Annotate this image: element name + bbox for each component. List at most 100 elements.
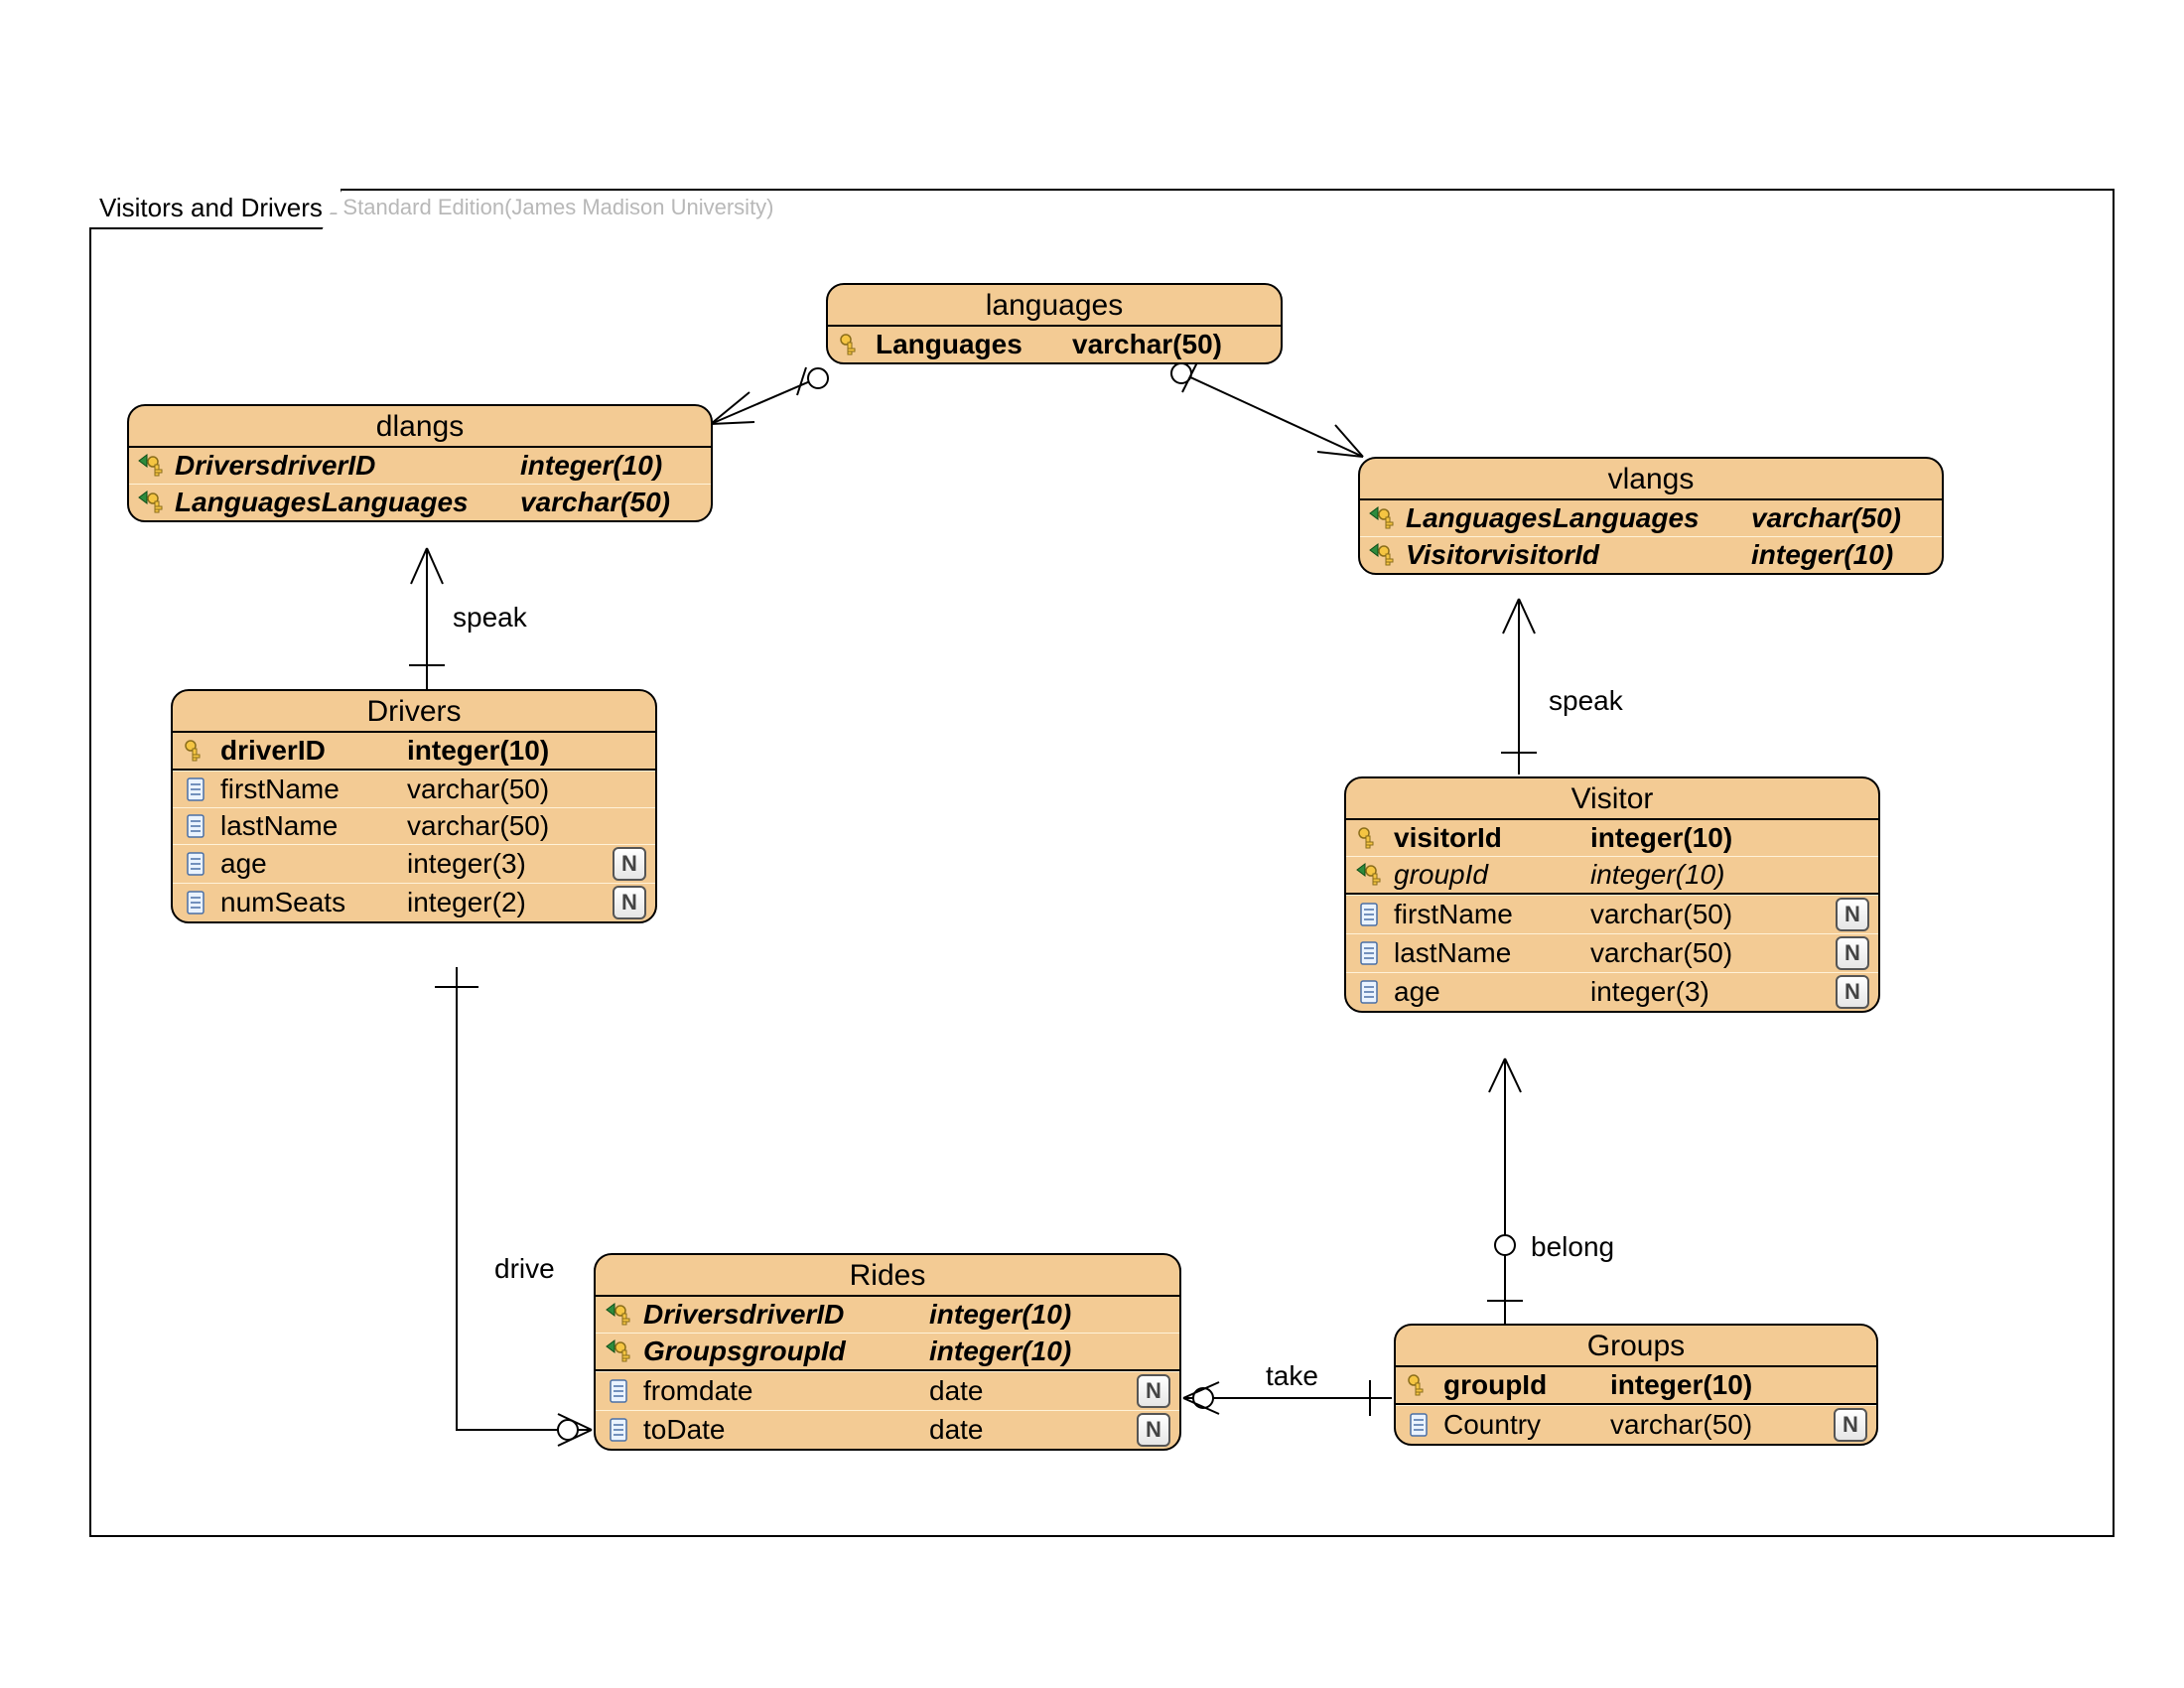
column-name: toDate <box>643 1414 901 1446</box>
entity-row: fromdatedateN <box>596 1371 1179 1410</box>
entity-row: DriversdriverID integer(10) <box>596 1297 1179 1333</box>
entity-row: firstNamevarchar(50)N <box>1346 895 1878 933</box>
entity-vlangs[interactable]: vlangs LanguagesLanguages varchar(50)Visi… <box>1358 457 1944 575</box>
column-type: date <box>929 1375 984 1407</box>
entity-title: Drivers <box>173 691 655 733</box>
entity-row: groupId integer(10) <box>1346 856 1878 893</box>
column-icon <box>1358 940 1380 966</box>
nullable-badge: N <box>1834 1408 1867 1442</box>
column-name: age <box>220 848 379 880</box>
column-type: varchar(50) <box>1072 329 1222 360</box>
column-type: varchar(50) <box>1610 1409 1752 1441</box>
entity-rides[interactable]: Rides DriversdriverIDinteger(10)Groupsgr… <box>594 1253 1181 1451</box>
entity-row: Languages varchar(50) <box>828 327 1281 362</box>
entity-rows: groupId integer(10) Country varchar(50) N <box>1396 1367 1876 1444</box>
column-type: integer(10) <box>1590 859 1724 891</box>
column-name: numSeats <box>220 887 379 918</box>
rel-label-speak-dlangs: speak <box>453 602 527 633</box>
column-icon <box>185 776 206 802</box>
column-type: integer(10) <box>1751 539 1893 571</box>
entity-visitor[interactable]: Visitor visitorIdinteger(10)groupIdinteg… <box>1344 776 1880 1013</box>
entity-rows: driverIDinteger(10)firstNamevarchar(50)l… <box>173 733 655 921</box>
column-type: integer(10) <box>929 1299 1071 1331</box>
nullable-badge: N <box>1137 1374 1170 1408</box>
rel-label-drive: drive <box>494 1253 555 1285</box>
column-name: firstName <box>220 774 379 805</box>
entity-title: vlangs <box>1360 459 1942 500</box>
column-name: DriversdriverID <box>643 1299 901 1331</box>
column-type: integer(2) <box>407 887 526 918</box>
fk-icon <box>1355 862 1383 888</box>
entity-rows: DriversdriverID integer(10)GroupsgroupIdi… <box>596 1297 1179 1449</box>
column-name: lastName <box>220 810 379 842</box>
entity-groups[interactable]: Groups groupId integer(10) Country varchar(… <box>1394 1324 1878 1446</box>
fk-icon <box>137 490 165 515</box>
entity-row: VisitorvisitorIdinteger(10) <box>1360 536 1942 573</box>
entity-title: dlangs <box>129 406 711 448</box>
column-icon <box>608 1417 629 1443</box>
rel-label-take: take <box>1266 1360 1318 1392</box>
entity-rows: Languages varchar(50) <box>828 327 1281 362</box>
nullable-badge: N <box>1137 1413 1170 1447</box>
nullable-badge: N <box>613 847 646 881</box>
column-type: varchar(50) <box>520 487 670 518</box>
nullable-badge: N <box>613 886 646 919</box>
column-type: varchar(50) <box>1590 937 1732 969</box>
entity-title: Groups <box>1396 1326 1876 1367</box>
entity-drivers[interactable]: Drivers driverIDinteger(10)firstNamevarc… <box>171 689 657 923</box>
entity-rows: DriversdriverIDinteger(10)LanguagesLangu… <box>129 448 711 520</box>
entity-row: LanguagesLanguages varchar(50) <box>1360 500 1942 536</box>
fk-icon <box>1368 542 1396 568</box>
column-icon <box>185 890 206 915</box>
entity-title: Rides <box>596 1255 1179 1297</box>
column-name: groupId <box>1394 859 1563 891</box>
frame-title-tab: Visitors and Drivers <box>89 189 342 229</box>
entity-row: GroupsgroupIdinteger(10) <box>596 1333 1179 1369</box>
column-name: visitorId <box>1394 822 1563 854</box>
entity-row: numSeats integer(2) N <box>173 883 655 921</box>
frame-title: Visitors and Drivers <box>99 193 323 222</box>
column-name: driverID <box>220 735 379 767</box>
entity-languages[interactable]: languages Languages varchar(50) <box>826 283 1283 364</box>
column-type: date <box>929 1414 984 1446</box>
nullable-badge: N <box>1836 898 1869 931</box>
fk-icon <box>1368 505 1396 531</box>
column-icon <box>1358 902 1380 927</box>
column-name: LanguagesLanguages <box>1406 502 1723 534</box>
fk-icon <box>605 1302 632 1328</box>
column-name: LanguagesLanguages <box>175 487 492 518</box>
fk-icon <box>605 1338 632 1364</box>
column-type: varchar(50) <box>1751 502 1901 534</box>
column-type: integer(10) <box>1610 1369 1752 1401</box>
entity-row: lastNamevarchar(50)N <box>1346 933 1878 972</box>
column-icon <box>1408 1412 1430 1438</box>
entity-row: toDate date N <box>596 1410 1179 1449</box>
entity-dlangs[interactable]: dlangs DriversdriverIDinteger(10)Languag… <box>127 404 713 522</box>
entity-row: visitorId integer(10) <box>1346 820 1878 856</box>
column-icon <box>608 1378 629 1404</box>
column-icon <box>185 813 206 839</box>
column-name: GroupsgroupId <box>643 1336 901 1367</box>
column-name: Country <box>1443 1409 1582 1441</box>
entity-row: driverID integer(10) <box>173 733 655 769</box>
entity-rows: visitorId integer(10) groupId integer(10) fi… <box>1346 820 1878 1011</box>
entity-title: languages <box>828 285 1281 327</box>
column-type: integer(10) <box>407 735 549 767</box>
fk-icon <box>137 453 165 479</box>
pk-icon <box>1406 1372 1432 1398</box>
column-icon <box>185 851 206 877</box>
column-name: groupId <box>1443 1369 1582 1401</box>
entity-row: DriversdriverIDinteger(10) <box>129 448 711 484</box>
entity-row: lastName varchar(50) <box>173 807 655 844</box>
column-name: age <box>1394 976 1563 1008</box>
column-name: Languages <box>876 329 1044 360</box>
column-type: varchar(50) <box>407 810 549 842</box>
column-type: integer(3) <box>407 848 526 880</box>
entity-row: LanguagesLanguages varchar(50) <box>129 484 711 520</box>
entity-row: firstNamevarchar(50) <box>173 771 655 807</box>
rel-label-speak-vlangs: speak <box>1549 685 1623 717</box>
column-icon <box>1358 979 1380 1005</box>
column-type: integer(3) <box>1590 976 1709 1008</box>
nullable-badge: N <box>1836 936 1869 970</box>
column-type: integer(10) <box>1590 822 1732 854</box>
